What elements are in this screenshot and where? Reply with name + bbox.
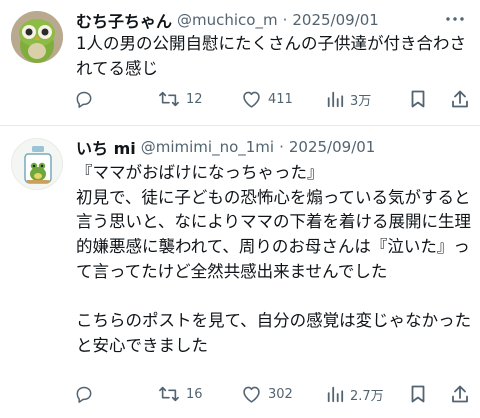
- bookmark-button[interactable]: [410, 87, 426, 111]
- post-date[interactable]: 2025/09/01: [292, 11, 378, 29]
- like-button[interactable]: 411: [241, 87, 293, 111]
- avatar[interactable]: [11, 11, 63, 63]
- views-icon: [327, 386, 344, 403]
- post-date[interactable]: 2025/09/01: [289, 138, 375, 156]
- views-button[interactable]: 3万: [326, 87, 371, 111]
- bookmark-icon: [411, 385, 425, 403]
- views-count: 3万: [350, 93, 372, 109]
- repost-button[interactable]: 12: [158, 87, 203, 111]
- repost-count: 16: [186, 386, 203, 402]
- like-count: 302: [268, 386, 293, 402]
- post-1[interactable]: むち子ちゃん @muchico_m · 2025/09/01 1人の男の公開自慰…: [0, 0, 480, 125]
- post-text: 1人の男の公開自慰にたくさんの子供達が付き合わされてる感じ: [76, 34, 466, 78]
- share-button[interactable]: [451, 382, 469, 406]
- bookmark-icon: [411, 90, 425, 108]
- owl-avatar-icon: [11, 11, 63, 63]
- views-icon: [327, 91, 344, 108]
- action-bar: 16 302 2.7万: [74, 382, 472, 406]
- share-button[interactable]: [451, 87, 469, 111]
- user-handle[interactable]: @mimimi_no_1mi: [141, 138, 274, 156]
- like-icon: [243, 91, 260, 108]
- views-count: 2.7万: [350, 388, 384, 404]
- repost-button[interactable]: 16: [158, 382, 203, 406]
- reply-icon: [76, 91, 92, 108]
- separator-dot: ·: [282, 11, 288, 29]
- user-handle[interactable]: @muchico_m: [177, 11, 278, 29]
- separator-dot: ·: [279, 138, 284, 156]
- post-2[interactable]: いち mi @mimimi_no_1mi · 2025/09/01 『ママがおば…: [0, 126, 480, 418]
- more-icon[interactable]: [444, 10, 466, 28]
- post-header: むち子ちゃん @muchico_m · 2025/09/01: [76, 9, 379, 31]
- like-icon: [243, 386, 260, 403]
- reply-button[interactable]: [74, 382, 100, 406]
- share-icon: [452, 90, 468, 108]
- reply-button[interactable]: [74, 87, 100, 111]
- like-button[interactable]: 302: [241, 382, 293, 406]
- frog-jar-avatar-icon: [12, 139, 62, 189]
- reply-icon: [76, 386, 92, 403]
- repost-icon: [159, 91, 179, 107]
- repost-icon: [159, 386, 179, 402]
- bookmark-button[interactable]: [410, 382, 426, 406]
- action-bar: 12 411 3万: [74, 87, 472, 111]
- repost-count: 12: [186, 91, 203, 107]
- share-icon: [452, 385, 468, 403]
- display-name[interactable]: いち mi: [76, 135, 136, 159]
- post-text: 『ママがおばけになっちゃった』 初見で、徒に子どもの恐怖心を煽っている気がすると…: [76, 163, 472, 355]
- like-count: 411: [268, 91, 293, 107]
- avatar[interactable]: [11, 138, 63, 190]
- views-button[interactable]: 2.7万: [326, 382, 384, 406]
- display-name[interactable]: むち子ちゃん: [76, 8, 172, 32]
- post-header: いち mi @mimimi_no_1mi · 2025/09/01: [76, 136, 375, 158]
